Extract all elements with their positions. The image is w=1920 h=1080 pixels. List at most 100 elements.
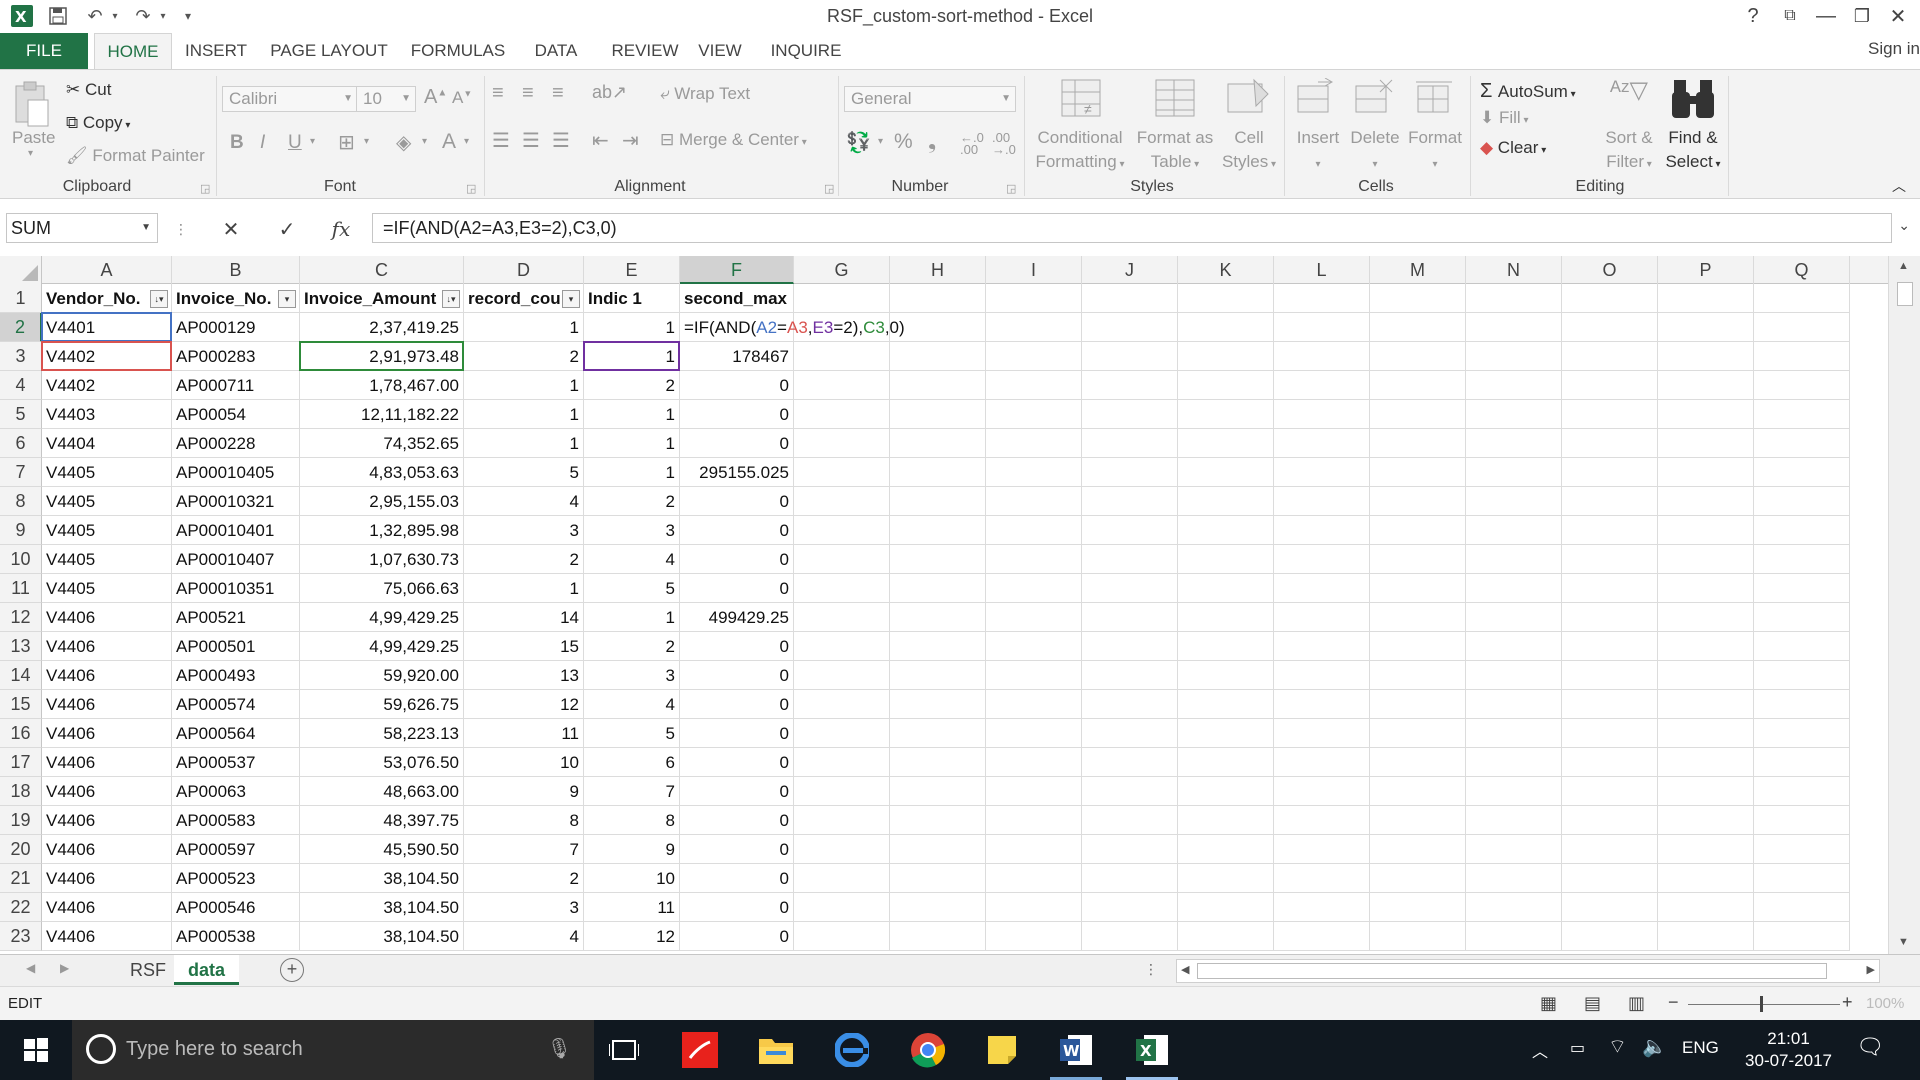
column-header-i[interactable]: I	[986, 256, 1082, 284]
header-cell[interactable]: Invoice_Amount	[300, 284, 464, 313]
table-cell[interactable]: 12,11,182.22	[300, 400, 464, 429]
table-cell[interactable]: 0	[680, 806, 794, 835]
empty-cell[interactable]	[890, 400, 986, 429]
increase-decimal-icon[interactable]: ←.0.00	[960, 131, 984, 156]
empty-cell[interactable]	[1754, 893, 1850, 922]
empty-cell[interactable]	[1658, 719, 1754, 748]
empty-cell[interactable]	[1466, 922, 1562, 951]
empty-cell[interactable]	[1178, 400, 1274, 429]
empty-cell[interactable]	[1082, 864, 1178, 893]
column-header-f[interactable]: F	[680, 256, 794, 284]
format-button[interactable]: Format ▾	[1406, 126, 1464, 177]
format-cells-icon[interactable]	[1414, 78, 1454, 123]
merge-center-button[interactable]: ⊟ Merge & Center ▾	[660, 130, 807, 150]
empty-cell[interactable]	[794, 458, 890, 487]
empty-cell[interactable]	[1178, 603, 1274, 632]
empty-cell[interactable]	[1274, 313, 1370, 342]
column-header-c[interactable]: C	[300, 256, 464, 284]
zoom-out-icon[interactable]: −	[1668, 992, 1679, 1013]
table-cell[interactable]: AP000523	[172, 864, 300, 893]
column-header-j[interactable]: J	[1082, 256, 1178, 284]
fill-color-dropdown-icon[interactable]: ▾	[422, 136, 427, 147]
volume-icon[interactable]: 🔈	[1642, 1034, 1667, 1059]
column-header-a[interactable]: A	[42, 256, 172, 284]
row-header[interactable]: 18	[0, 777, 42, 806]
empty-cell[interactable]	[986, 458, 1082, 487]
collapse-ribbon-icon[interactable]: ︿	[1892, 176, 1906, 196]
empty-cell[interactable]	[1274, 342, 1370, 371]
table-cell[interactable]: 12	[464, 690, 584, 719]
empty-cell[interactable]	[1658, 748, 1754, 777]
table-cell[interactable]: 12	[584, 922, 680, 951]
table-cell[interactable]: 7	[464, 835, 584, 864]
empty-cell[interactable]	[1562, 429, 1658, 458]
empty-cell[interactable]	[1370, 400, 1466, 429]
row-header[interactable]: 15	[0, 690, 42, 719]
empty-cell[interactable]	[1178, 574, 1274, 603]
empty-cell[interactable]	[1178, 516, 1274, 545]
empty-cell[interactable]	[1178, 458, 1274, 487]
column-header-d[interactable]: D	[464, 256, 584, 284]
row-header[interactable]: 1	[0, 284, 42, 313]
column-header-b[interactable]: B	[172, 256, 300, 284]
empty-cell[interactable]	[1370, 864, 1466, 893]
table-cell[interactable]: 5	[464, 458, 584, 487]
horizontal-scroll-thumb[interactable]	[1197, 963, 1827, 979]
empty-cell[interactable]	[1178, 777, 1274, 806]
table-cell[interactable]: 9	[584, 835, 680, 864]
enter-icon[interactable]: ✓	[272, 215, 302, 243]
empty-cell[interactable]	[1562, 835, 1658, 864]
fill-color-icon[interactable]: ◈	[396, 130, 411, 155]
name-box[interactable]: SUM ▼	[6, 213, 158, 243]
empty-cell[interactable]	[1658, 342, 1754, 371]
table-cell[interactable]: 7	[584, 777, 680, 806]
restore-icon[interactable]: ❐	[1844, 2, 1880, 30]
empty-cell[interactable]	[986, 545, 1082, 574]
empty-cell[interactable]	[1658, 313, 1754, 342]
tab-inquire[interactable]: INQUIRE	[758, 33, 854, 69]
wifi-icon[interactable]: ⌔	[1608, 1034, 1627, 1059]
empty-cell[interactable]	[1370, 806, 1466, 835]
empty-cell[interactable]	[794, 371, 890, 400]
table-cell[interactable]: V4406	[42, 690, 172, 719]
edge-browser-icon[interactable]	[830, 1028, 874, 1072]
table-cell[interactable]: AP00054	[172, 400, 300, 429]
sticky-notes-icon[interactable]	[980, 1028, 1024, 1072]
active-edit-cell[interactable]: =IF(AND(A2=A3,E3=2),C3,0)	[680, 313, 905, 342]
empty-cell[interactable]	[890, 342, 986, 371]
empty-cell[interactable]	[1562, 632, 1658, 661]
table-cell[interactable]: 1,32,895.98	[300, 516, 464, 545]
table-cell[interactable]: 58,223.13	[300, 719, 464, 748]
table-cell[interactable]: 53,076.50	[300, 748, 464, 777]
insert-button[interactable]: Insert ▾	[1294, 126, 1342, 177]
table-cell[interactable]: 9	[464, 777, 584, 806]
empty-cell[interactable]	[1082, 806, 1178, 835]
table-cell[interactable]: AP000711	[172, 371, 300, 400]
empty-cell[interactable]	[890, 922, 986, 951]
empty-cell[interactable]	[1754, 777, 1850, 806]
table-cell[interactable]: 3	[584, 661, 680, 690]
excel-taskbar-icon[interactable]: X	[1130, 1028, 1174, 1072]
empty-cell[interactable]	[794, 893, 890, 922]
empty-cell[interactable]	[1658, 429, 1754, 458]
empty-cell[interactable]	[1754, 690, 1850, 719]
zoom-slider-thumb[interactable]	[1760, 996, 1763, 1012]
empty-cell[interactable]	[1466, 661, 1562, 690]
table-cell[interactable]: AP00010321	[172, 487, 300, 516]
empty-cell[interactable]	[986, 342, 1082, 371]
empty-cell[interactable]	[1562, 603, 1658, 632]
empty-cell[interactable]	[890, 516, 986, 545]
table-cell[interactable]: AP000228	[172, 429, 300, 458]
empty-cell[interactable]	[1562, 777, 1658, 806]
font-size-combo[interactable]: 10 ▼	[356, 86, 416, 112]
table-cell[interactable]: V4404	[42, 429, 172, 458]
empty-cell[interactable]	[1274, 690, 1370, 719]
row-header[interactable]: 10	[0, 545, 42, 574]
scroll-left-icon[interactable]: ◀	[1181, 963, 1189, 976]
empty-cell[interactable]	[1082, 313, 1178, 342]
acrobat-icon[interactable]	[678, 1028, 722, 1072]
empty-cell[interactable]	[1466, 574, 1562, 603]
empty-cell[interactable]	[794, 835, 890, 864]
empty-cell[interactable]	[1466, 603, 1562, 632]
empty-cell[interactable]	[1658, 893, 1754, 922]
